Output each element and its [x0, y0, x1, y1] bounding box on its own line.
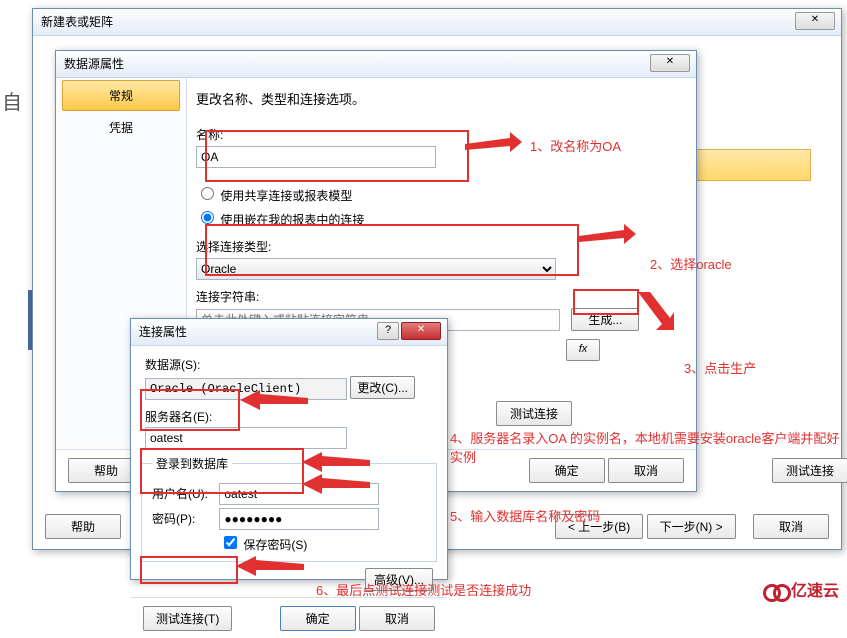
server-label: 服务器名(E): [145, 408, 433, 425]
logo-text: 亿速云 [791, 583, 839, 600]
radio-shared-label: 使用共享连接或报表模型 [220, 189, 352, 203]
wizard-titlebar: 新建表或矩阵 ✕ [33, 9, 841, 36]
conn-type-label: 选择连接类型: [196, 238, 680, 255]
save-pwd-label: 保存密码(S) [243, 538, 307, 552]
conn-type-select[interactable]: Oracle [196, 258, 556, 280]
prev-button[interactable]: < 上一步(B) [555, 514, 643, 539]
fx-button[interactable]: fx [566, 339, 600, 361]
conn-str-label: 连接字符串: [196, 288, 680, 305]
cancel-button[interactable]: 取消 [753, 514, 829, 539]
sidebar-item-credentials[interactable]: 凭据 [56, 113, 186, 142]
conn-props-window: 连接属性 ? ✕ 数据源(S): 更改(C)... 服务器名(E): 登录到数据… [130, 318, 448, 580]
ds-ok-button[interactable]: 确定 [529, 458, 605, 483]
cp-ok-button[interactable]: 确定 [280, 606, 356, 631]
advanced-button[interactable]: 高级(V)... [365, 568, 433, 591]
cp-cancel-button[interactable]: 取消 [359, 606, 435, 631]
login-group: 登录到数据库 用户名(U): 密码(P): 保存密码(S) [141, 455, 437, 562]
test-conn-button[interactable]: 测试连接 [496, 401, 572, 426]
ds-cancel-button[interactable]: 取消 [608, 458, 684, 483]
ds-title: 数据源属性 [64, 57, 124, 71]
radio-embedded-label: 使用嵌在我的报表中的连接 [220, 213, 364, 227]
name-label: 名称: [196, 126, 680, 143]
cp-titlebar: 连接属性 ? ✕ [131, 319, 447, 346]
wizard-highlight [679, 149, 811, 181]
build-button[interactable]: 生成... [571, 308, 639, 331]
radio-embedded[interactable] [201, 211, 214, 224]
save-pwd-checkbox[interactable] [224, 536, 237, 549]
radio-shared[interactable] [201, 187, 214, 200]
help-icon[interactable]: ? [377, 322, 399, 340]
name-input[interactable] [196, 146, 436, 168]
bg-text: 自 [2, 86, 22, 115]
server-input[interactable] [145, 427, 347, 449]
logo-icon [763, 582, 791, 602]
user-input[interactable] [219, 483, 379, 505]
logo: 亿速云 [763, 577, 839, 602]
ds-label: 数据源(S): [145, 356, 433, 373]
user-label: 用户名(U): [152, 485, 216, 502]
ds-titlebar: 数据源属性 ✕ [56, 51, 696, 78]
sidebar-item-general[interactable]: 常规 [62, 80, 180, 111]
help-button[interactable]: 帮助 [45, 514, 121, 539]
close-icon[interactable]: ✕ [650, 54, 690, 72]
change-button[interactable]: 更改(C)... [350, 376, 415, 399]
ds-heading: 更改名称、类型和连接选项。 [196, 89, 680, 108]
test-conn-button[interactable]: 测试连接(T) [143, 606, 232, 631]
test-conn-button-bg[interactable]: 测试连接 [772, 458, 847, 483]
cp-title: 连接属性 [139, 325, 187, 339]
wizard-title: 新建表或矩阵 [41, 15, 113, 29]
login-legend: 登录到数据库 [152, 455, 232, 472]
pwd-label: 密码(P): [152, 510, 216, 527]
next-button[interactable]: 下一步(N) > [647, 514, 736, 539]
ds-value [145, 378, 347, 400]
pwd-input[interactable] [219, 508, 379, 530]
close-icon[interactable]: ✕ [795, 12, 835, 30]
close-icon[interactable]: ✕ [401, 322, 441, 340]
